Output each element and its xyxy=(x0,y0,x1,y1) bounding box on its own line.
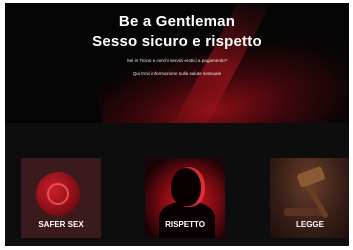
hero-text-line-2: Qui trovi informazione sulla salute sess… xyxy=(132,71,222,76)
topic-cards: SAFER SEX RISPETTO LEGGE xyxy=(5,123,349,246)
card-safer-sex[interactable]: SAFER SEX xyxy=(21,158,101,238)
page: Be a Gentleman Sesso sicuro e rispetto S… xyxy=(5,3,349,246)
condom-icon-ring xyxy=(47,183,69,205)
card-legge[interactable]: LEGGE xyxy=(270,158,349,238)
hero-title: Be a Gentleman xyxy=(118,13,236,30)
card-label-safer-sex: SAFER SEX xyxy=(38,220,84,229)
card-label-legge: LEGGE xyxy=(295,220,324,229)
silhouette-head xyxy=(171,168,201,206)
hero-text-line-1: Sei in Ticino e cerchi servizi erotici a… xyxy=(126,58,228,63)
card-rispetto[interactable]: RISPETTO xyxy=(145,158,225,238)
card-label-rispetto: RISPETTO xyxy=(165,220,205,229)
hero-subtitle: Sesso sicuro e rispetto xyxy=(92,33,262,50)
hero-banner: Be a Gentleman Sesso sicuro e rispetto S… xyxy=(5,3,349,123)
